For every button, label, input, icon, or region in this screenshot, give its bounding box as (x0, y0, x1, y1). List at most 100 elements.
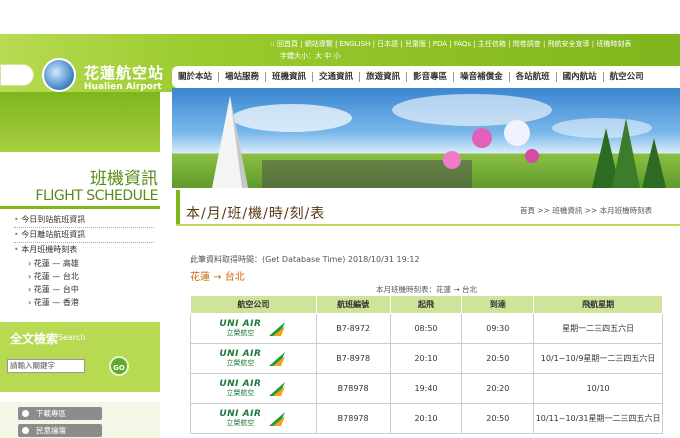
table-caption: 本月班機時刻表：花蓮 → 台北 (375, 285, 478, 294)
sidebar: 班機資訊 FLIGHT SCHEDULE • 今日到站航班資訊 • 今日離站航班… (0, 92, 160, 438)
route-heading: 花蓮 → 台北 (190, 272, 245, 283)
submenu-hualien-hongkong[interactable]: › 花蓮 — 香港 (14, 296, 154, 309)
col-days: 飛航星期 (533, 295, 663, 314)
download-area-link[interactable]: 下載專區 (18, 407, 102, 420)
util-link-schedule[interactable]: 班機時刻表 (596, 40, 631, 48)
nav-item-transport[interactable]: 交通資訊 (313, 72, 361, 82)
depart-time: 19:40 (389, 373, 463, 404)
util-link-faqs[interactable]: FAQs (454, 40, 471, 48)
logo-title-en: Hualien Airport (84, 82, 162, 92)
uni-air-bird-icon (269, 381, 286, 396)
uni-air-bird-icon (269, 321, 286, 336)
page-title-bar: 本/月/班/機/時/刻/表 首頁 >> 班機資訊 >> 本月班機時刻表 (176, 190, 680, 228)
header-banner-image (172, 88, 680, 188)
nav-item-noise[interactable]: 噪音補償金 (454, 72, 510, 82)
uni-air-logo: UNI AIR 立榮航空 (191, 320, 316, 338)
public-forum-link[interactable]: 民意論壇 (18, 424, 102, 437)
sidebar-item-arrivals[interactable]: • 今日到站航班資訊 (14, 213, 154, 228)
sidebar-item-departures[interactable]: • 今日離站航班資訊 (14, 228, 154, 243)
table-row: UNI AIR 立榮航空 B78978 19:40 20:20 10/10 (190, 373, 663, 404)
sidebar-section-title-en: FLIGHT SCHEDULE (35, 188, 158, 204)
flight-days: 10/10 (533, 373, 663, 404)
util-link-english[interactable]: ENGLISH (340, 40, 371, 48)
uni-air-logo: UNI AIR 立榮航空 (191, 380, 316, 398)
nav-item-travel[interactable]: 旅遊資訊 (360, 72, 408, 82)
sidebar-section-title-cn: 班機資訊 (90, 169, 158, 189)
nav-item-domestic[interactable]: 國內航站 (557, 72, 604, 82)
nav-item-about[interactable]: 關於本站 (172, 72, 220, 82)
flight-days: 10/11~10/31星期一二三四五六日 (533, 403, 663, 434)
flight-number: B78978 (315, 373, 391, 404)
nav-item-stations[interactable]: 各站航班 (510, 72, 557, 82)
breadcrumb[interactable]: 首頁 >> 班機資訊 >> 本月班機時刻表 (520, 205, 652, 216)
arrive-time: 20:50 (461, 343, 535, 374)
arrive-time: 20:20 (461, 373, 535, 404)
airline-cell: UNI AIR 立榮航空 (190, 343, 317, 374)
database-time: 此筆資料取得時間：(Get Database Time) 2018/10/31 … (190, 255, 420, 264)
flight-days: 10/1~10/9星期一二三四五六日 (533, 343, 663, 374)
search-go-button[interactable]: GO (109, 356, 129, 376)
nav-item-airlines[interactable]: 航空公司 (604, 72, 650, 82)
airline-cell: UNI AIR 立榮航空 (190, 373, 317, 404)
nav-item-services[interactable]: 場站服務 (219, 72, 267, 82)
col-airline: 航空公司 (190, 295, 317, 314)
util-link-safety[interactable]: 飛航安全宣導 (548, 40, 590, 48)
util-link-mailbox[interactable]: 主任信箱 (478, 40, 506, 48)
arrive-time: 09:30 (461, 313, 535, 344)
table-row: UNI AIR 立榮航空 B7-8978 20:10 20:50 10/1~10/… (190, 343, 663, 374)
flight-days: 星期一二三四五六日 (533, 313, 663, 344)
search-input[interactable]: 請輸入關鍵字 (7, 359, 85, 373)
nav-item-flight-info[interactable]: 班機資訊 (266, 72, 314, 82)
page-title: 本/月/班/機/時/刻/表 (186, 206, 326, 222)
banner-illustration (212, 94, 666, 188)
airport-logo-icon[interactable] (42, 58, 76, 92)
flight-schedule-table: 航空公司 航班編號 起飛 到達 飛航星期 UNI AIR 立榮航空 B7-8972… (190, 295, 663, 434)
sidebar-links-block: 下載專區 民意論壇 (0, 402, 160, 438)
util-link-kids[interactable]: 兒童版 (405, 40, 426, 48)
search-title: 全文檢索 (10, 332, 59, 346)
depart-time: 08:50 (389, 313, 463, 344)
uni-air-bird-icon (269, 351, 286, 366)
sidebar-menu: • 今日到站航班資訊 • 今日離站航班資訊 • 本月班機時刻表 › 花蓮 — 高… (14, 213, 154, 309)
logo-title-cn: 花蓮航空站 (84, 64, 165, 82)
submenu-hualien-taichung[interactable]: › 花蓮 — 台中 (14, 283, 154, 296)
submenu-hualien-taipei[interactable]: › 花蓮 — 台北 (14, 270, 154, 283)
col-arrive: 到達 (461, 295, 535, 314)
submenu-hualien-kaohsiung[interactable]: › 花蓮 — 高雄 (14, 257, 154, 270)
flight-number: B7-8978 (315, 343, 391, 374)
flight-number: B78978 (315, 403, 391, 434)
depart-time: 20:10 (389, 403, 463, 434)
full-text-search-panel: 全文檢索 Search 請輸入關鍵字 GO (0, 322, 160, 392)
sidebar-green-header (0, 92, 160, 152)
table-row: UNI AIR 立榮航空 B78978 20:10 20:50 10/11~10/… (190, 403, 663, 434)
bullet-icon (22, 427, 29, 434)
font-size-control[interactable]: 字體大小：大 中 小 (280, 51, 340, 61)
uni-air-logo: UNI AIR 立榮航空 (191, 350, 316, 368)
sidebar-divider (0, 206, 160, 209)
uni-air-bird-icon (269, 411, 286, 426)
title-underline (176, 224, 680, 226)
airline-cell: UNI AIR 立榮航空 (190, 313, 317, 344)
util-link-home[interactable]: :: 回首頁 (270, 40, 298, 48)
table-header-row: 航空公司 航班編號 起飛 到達 飛航星期 (190, 295, 663, 314)
util-link-survey[interactable]: 問卷調查 (513, 40, 541, 48)
arrive-time: 20:50 (461, 403, 535, 434)
header-search-pill[interactable] (0, 64, 34, 86)
title-accent (176, 190, 180, 224)
util-link-japanese[interactable]: 日本語 (377, 40, 398, 48)
table-row: UNI AIR 立榮航空 B7-8972 08:50 09:30 星期一二三四五六… (190, 313, 663, 344)
util-link-sitemap[interactable]: 網站導覽 (305, 40, 333, 48)
nav-item-media[interactable]: 影音專區 (407, 72, 455, 82)
col-depart: 起飛 (389, 295, 463, 314)
depart-time: 20:10 (389, 343, 463, 374)
utility-links: :: 回首頁 | 網站導覽 | ENGLISH | 日本語 | 兒童版 | PD… (270, 40, 632, 48)
bullet-icon (22, 410, 29, 417)
search-subtitle: Search (58, 333, 86, 342)
flight-number: B7-8972 (315, 313, 391, 344)
sidebar-item-monthly-schedule[interactable]: • 本月班機時刻表 (14, 243, 154, 257)
col-flight-no: 航班編號 (315, 295, 391, 314)
util-link-pda[interactable]: PDA (433, 40, 447, 48)
uni-air-logo: UNI AIR 立榮航空 (191, 410, 316, 428)
airline-cell: UNI AIR 立榮航空 (190, 403, 317, 434)
main-nav: 關於本站 場站服務 班機資訊 交通資訊 旅遊資訊 影音專區 噪音補償金 各站航班… (172, 66, 680, 88)
